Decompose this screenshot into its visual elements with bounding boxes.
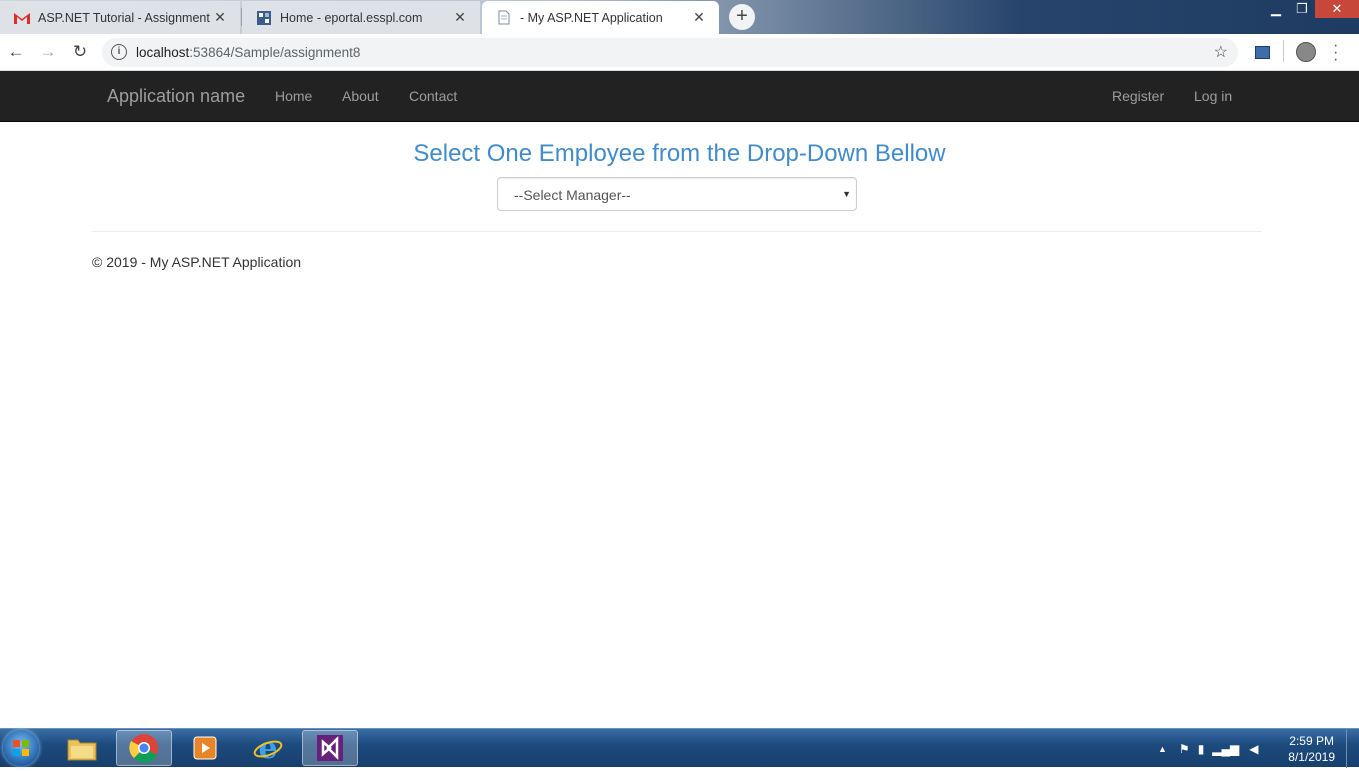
url-text[interactable]: localhost:53864/Sample/assignment8 [136, 45, 360, 60]
site-navbar: Application name Home About Contact Regi… [0, 71, 1359, 122]
toolbar-divider [1283, 40, 1284, 62]
new-tab-button[interactable]: + [729, 4, 755, 30]
url-path: :53864/Sample/assignment8 [189, 45, 361, 60]
browser-tabstrip: ASP.NET Tutorial - Assignment 8 ✕ Home -… [0, 0, 1359, 34]
windows-logo-icon [13, 740, 29, 756]
close-window-icon[interactable]: ✕ [1315, 0, 1359, 18]
taskbar: e ▲ ⚑ ▮ ▂▄▆ ◀ 2:59 PM 8/1/2019 [0, 728, 1359, 768]
svg-text:e: e [258, 732, 277, 764]
gmail-icon [14, 10, 30, 26]
page-heading: Select One Employee from the Drop-Down B… [413, 140, 946, 167]
url-host: localhost [136, 45, 190, 60]
reload-icon[interactable]: ↻ [69, 41, 91, 63]
profile-avatar[interactable] [1296, 42, 1316, 62]
chrome-icon[interactable] [116, 730, 172, 766]
close-icon[interactable]: ✕ [212, 9, 228, 26]
back-arrow-icon[interactable]: ← [5, 41, 27, 63]
network-signal-icon[interactable]: ▂▄▆ [1212, 742, 1239, 756]
show-desktop-button[interactable] [1346, 729, 1359, 768]
visual-studio-icon[interactable] [302, 730, 358, 766]
start-button[interactable] [3, 730, 39, 766]
bookmark-star-icon[interactable]: ☆ [1214, 42, 1228, 62]
tab-title: Home - eportal.esspl.com [280, 10, 423, 25]
site-favicon [256, 10, 272, 26]
clock-date: 8/1/2019 [1288, 750, 1335, 764]
extension-icon[interactable] [1255, 46, 1270, 59]
address-bar[interactable]: i localhost:53864/Sample/assignment8 ☆ [102, 38, 1238, 67]
battery-icon[interactable]: ▮ [1198, 742, 1205, 756]
nav-about[interactable]: About [342, 88, 379, 104]
nav-register[interactable]: Register [1112, 88, 1164, 104]
tab-title: ASP.NET Tutorial - Assignment 8 [38, 10, 212, 25]
internet-explorer-icon[interactable]: e [240, 730, 296, 766]
tab-title: - My ASP.NET Application [520, 10, 663, 25]
system-tray: ▲ ⚑ ▮ ▂▄▆ ◀ [1158, 729, 1259, 768]
page-icon [496, 10, 512, 26]
tab-assignment[interactable]: ASP.NET Tutorial - Assignment 8 ✕ [0, 1, 240, 34]
nav-login[interactable]: Log in [1194, 88, 1232, 104]
close-icon[interactable]: ✕ [691, 9, 707, 26]
tab-eportal[interactable]: Home - eportal.esspl.com ✕ [242, 1, 480, 34]
manager-select[interactable]: --Select Manager-- ▼ [497, 177, 857, 211]
file-explorer-icon[interactable] [54, 730, 110, 766]
navbar-brand[interactable]: Application name [107, 86, 245, 107]
nav-home[interactable]: Home [275, 88, 312, 104]
info-icon[interactable]: i [111, 44, 127, 60]
volume-icon[interactable]: ◀ [1249, 742, 1258, 756]
media-player-icon[interactable] [177, 730, 233, 766]
divider [92, 231, 1262, 232]
show-hidden-icons[interactable]: ▲ [1158, 744, 1167, 754]
taskbar-clock[interactable]: 2:59 PM 8/1/2019 [1288, 733, 1335, 765]
restore-icon[interactable]: ❐ [1289, 0, 1315, 18]
action-center-flag-icon[interactable]: ⚑ [1179, 742, 1190, 756]
forward-arrow-icon[interactable]: → [37, 41, 59, 63]
menu-dots-icon[interactable]: · · · [1333, 38, 1338, 68]
browser-toolbar: ← → ↻ i localhost:53864/Sample/assignmen… [0, 34, 1359, 71]
clock-time: 2:59 PM [1289, 734, 1334, 748]
minimize-icon[interactable]: ▁ [1263, 0, 1289, 18]
select-value: --Select Manager-- [514, 187, 631, 203]
page-footer: © 2019 - My ASP.NET Application [92, 254, 302, 270]
tab-my-aspnet-application[interactable]: - My ASP.NET Application ✕ [482, 1, 719, 34]
chevron-down-icon: ▼ [842, 189, 851, 199]
nav-contact[interactable]: Contact [409, 88, 457, 104]
window-controls: ▁ ❐ ✕ [1263, 0, 1359, 20]
close-icon[interactable]: ✕ [452, 9, 468, 26]
